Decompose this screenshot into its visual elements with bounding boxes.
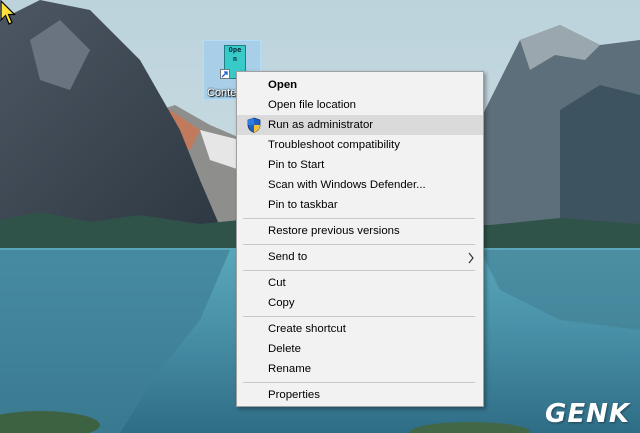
menu-item-label: Properties	[268, 389, 320, 401]
menu-item-open-file-location[interactable]: Open file location	[237, 95, 483, 115]
menu-separator	[243, 382, 475, 383]
mouse-cursor-icon	[0, 0, 16, 25]
menu-item-label: Create shortcut	[268, 323, 346, 335]
menu-item-label: Delete	[268, 343, 301, 355]
menu-item-pin-to-start[interactable]: Pin to Start	[237, 155, 483, 175]
menu-item-label: Send to	[268, 251, 308, 263]
menu-item-label: Cut	[268, 277, 286, 289]
menu-item-label: Open file location	[268, 99, 357, 111]
menu-item-cut[interactable]: Cut	[237, 273, 483, 293]
menu-item-label: Copy	[268, 297, 295, 309]
genk-watermark-logo: GENK	[544, 399, 630, 429]
menu-item-pin-to-taskbar[interactable]: Pin to taskbar	[237, 195, 483, 215]
menu-item-label: Pin to Start	[268, 159, 325, 171]
menu-separator	[243, 218, 475, 219]
menu-item-restore-previous-versions[interactable]: Restore previous versions	[237, 221, 483, 241]
menu-item-label: Pin to taskbar	[268, 199, 338, 211]
menu-separator	[243, 316, 475, 317]
menu-item-rename[interactable]: Rename	[237, 359, 483, 379]
icon-text-line-1: Ope	[228, 46, 242, 54]
menu-item-copy[interactable]: Copy	[237, 293, 483, 313]
menu-separator	[243, 270, 475, 271]
menu-item-create-shortcut[interactable]: Create shortcut	[237, 319, 483, 339]
shortcut-arrow-icon	[220, 69, 230, 79]
menu-item-label: Scan with Windows Defender...	[268, 179, 426, 191]
menu-item-properties[interactable]: Properties	[237, 385, 483, 405]
menu-item-label: Run as administrator	[268, 119, 374, 131]
menu-item-label: Open	[268, 79, 298, 91]
menu-item-label: Troubleshoot compatibility	[268, 139, 400, 151]
menu-item-label: Restore previous versions	[268, 225, 400, 237]
menu-item-scan-with-windows-defender[interactable]: Scan with Windows Defender...	[237, 175, 483, 195]
menu-separator	[243, 244, 475, 245]
menu-item-open[interactable]: Open	[237, 75, 483, 95]
icon-text-line-2: n	[232, 55, 238, 63]
menu-item-send-to[interactable]: Send to	[237, 247, 483, 267]
chevron-right-icon	[467, 247, 475, 267]
menu-item-delete[interactable]: Delete	[237, 339, 483, 359]
context-menu: Open Open file location Run as administrat…	[236, 71, 484, 407]
menu-item-run-as-administrator[interactable]: Run as administrator	[237, 115, 483, 135]
menu-item-troubleshoot-compatibility[interactable]: Troubleshoot compatibility	[237, 135, 483, 155]
menu-item-label: Rename	[268, 363, 312, 375]
